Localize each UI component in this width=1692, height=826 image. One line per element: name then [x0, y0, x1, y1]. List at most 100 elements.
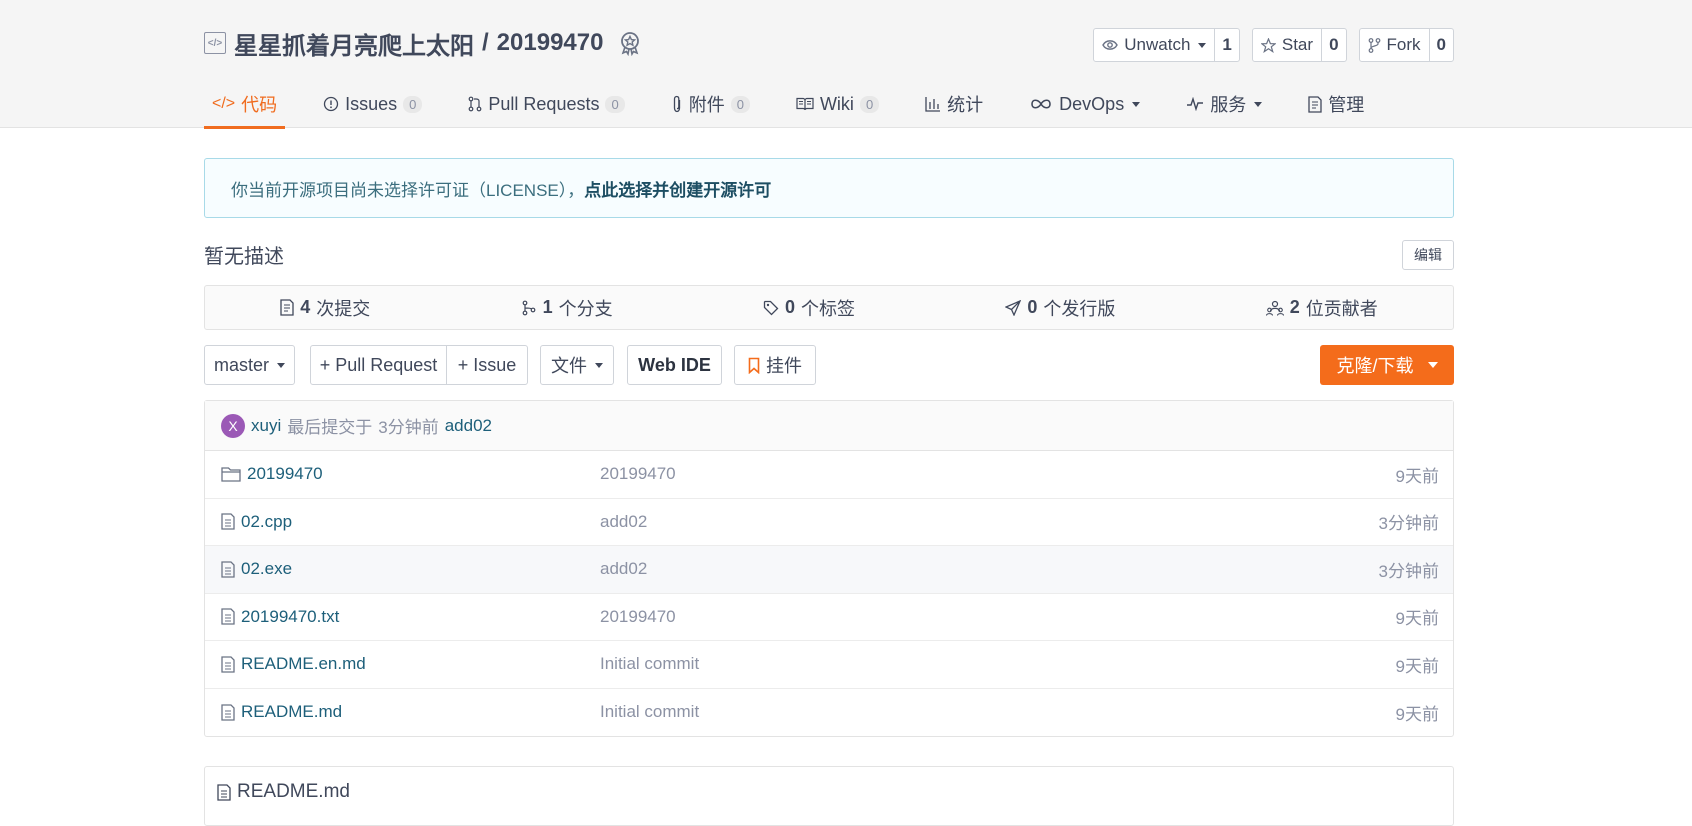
watch-label-area[interactable]: Unwatch [1094, 29, 1216, 61]
stat-number: 2 [1289, 297, 1300, 317]
tab-code[interactable]: </> 代码 [204, 80, 286, 129]
file-commit-message[interactable]: Initial commit [600, 702, 699, 722]
tab-label: Issues [345, 93, 398, 114]
file-row: 02.cpp add02 3分钟前 [205, 499, 1453, 546]
code-repo-icon: </> [204, 32, 226, 54]
tab-issues[interactable]: Issues 0 [315, 80, 430, 128]
file-commit-message[interactable]: add02 [600, 559, 647, 579]
star-icon [1260, 37, 1276, 53]
commit-author[interactable]: xuyi [251, 416, 281, 436]
create-license-link[interactable]: 点此选择并创建开源许可 [584, 176, 771, 201]
web-ide-label: Web IDE [638, 354, 711, 375]
file-row: 02.exe add02 3分钟前 [205, 546, 1453, 594]
tab-devops[interactable]: DevOps [1021, 80, 1148, 128]
file-commit-message[interactable]: 20199470 [600, 607, 676, 627]
star-label-area[interactable]: Star [1253, 29, 1323, 61]
stat-label: 个标签 [800, 298, 855, 319]
clone-download-button[interactable]: 克隆/下载 [1320, 345, 1454, 385]
repo-separator: / [482, 29, 489, 56]
file-name-link[interactable]: README.en.md [221, 654, 366, 674]
file-label: 文件 [551, 356, 587, 376]
repo-name[interactable]: 20199470 [497, 29, 604, 57]
tab-count: 0 [730, 95, 750, 113]
fork-button[interactable]: Fork 0 [1358, 28, 1454, 62]
file-time: 9天前 [1395, 466, 1439, 486]
file-time: 9天前 [1395, 704, 1439, 724]
repo-actions: Unwatch 1 Star 0 Fork 0 [1093, 28, 1454, 62]
edit-description-button[interactable]: 编辑 [1402, 240, 1454, 270]
file-icon [217, 784, 231, 801]
commit-time: 3分钟前 [378, 418, 439, 437]
chevron-down-icon [595, 362, 603, 368]
tab-attachments[interactable]: 附件 0 [663, 80, 758, 128]
commit-text: 最后提交于 [287, 418, 373, 437]
star-button[interactable]: Star 0 [1251, 28, 1347, 62]
watch-count[interactable]: 1 [1215, 29, 1238, 61]
stat-label: 个发行版 [1043, 298, 1116, 319]
file-commit-message[interactable]: Initial commit [600, 654, 699, 674]
web-ide-button[interactable]: Web IDE [627, 345, 722, 385]
stat-releases[interactable]: 0 个发行版 [1005, 295, 1115, 321]
file-commit-message[interactable]: add02 [600, 512, 647, 532]
pull-request-icon [469, 96, 482, 112]
repo-owner[interactable]: 星星抓着月亮爬上太阳 [234, 26, 474, 61]
file-name: README.md [241, 702, 343, 722]
avatar[interactable]: X [221, 413, 245, 438]
tab-services[interactable]: 服务 [1178, 80, 1270, 128]
widget-button[interactable]: 挂件 [734, 345, 816, 385]
file-icon [221, 656, 235, 673]
chevron-down-icon [1132, 101, 1141, 107]
tab-count: 0 [859, 95, 880, 113]
branch-select[interactable]: master [204, 345, 295, 385]
fork-icon [1368, 37, 1380, 53]
file-name-link[interactable]: 20199470.txt [221, 607, 339, 627]
file-icon [221, 561, 235, 578]
new-pull-request-button[interactable]: + Pull Request [310, 345, 447, 385]
file-name-link[interactable]: 20199470 [221, 464, 323, 484]
stat-tags[interactable]: 0 个标签 [763, 295, 855, 321]
stat-contributors[interactable]: 2 位贡献者 [1265, 295, 1378, 321]
stat-branches[interactable]: 1 个分支 [521, 295, 613, 321]
fork-count[interactable]: 0 [1430, 29, 1453, 61]
readme-title: README.md [237, 781, 350, 802]
tab-count: 0 [403, 95, 423, 113]
tab-label: Wiki [819, 93, 854, 114]
repo-header: </> 星星抓着月亮爬上太阳 / 20199470 Unwatch 1 Star… [0, 0, 1692, 129]
tab-label: 统计 [947, 95, 984, 115]
recommend-badge-icon[interactable] [617, 30, 643, 56]
file-icon [221, 608, 235, 625]
tab-label: 管理 [1328, 95, 1365, 115]
fork-label-area[interactable]: Fork [1360, 29, 1430, 61]
file-commit-message[interactable]: 20199470 [600, 464, 676, 484]
tab-pull-requests[interactable]: Pull Requests 0 [460, 80, 632, 128]
tab-label: DevOps [1059, 93, 1125, 114]
file-row: README.md Initial commit 9天前 [205, 689, 1453, 737]
watch-label: Unwatch [1124, 35, 1191, 54]
repo-stats: 4 次提交 1 个分支 0 个标签 0 个发行版 2 位贡献者 [204, 285, 1454, 330]
tab-manage[interactable]: 管理 [1300, 80, 1372, 128]
code-icon: </> [212, 95, 236, 112]
file-icon [221, 704, 235, 721]
issue-label: + Issue [457, 354, 517, 375]
send-icon [1005, 299, 1022, 316]
bar-chart-icon [925, 97, 941, 112]
stat-number: 1 [542, 297, 553, 317]
tab-stats[interactable]: 统计 [917, 80, 991, 128]
file-menu-button[interactable]: 文件 [540, 345, 614, 385]
file-time: 9天前 [1395, 609, 1439, 629]
settings-doc-icon [1308, 95, 1322, 113]
watch-button[interactable]: Unwatch 1 [1093, 28, 1240, 62]
stat-label: 个分支 [558, 298, 613, 319]
tab-wiki[interactable]: Wiki 0 [788, 80, 887, 128]
file-name-link[interactable]: 02.cpp [221, 512, 292, 532]
file-name-link[interactable]: README.md [221, 702, 342, 722]
file-row: 20199470 20199470 9天前 [205, 451, 1453, 499]
commit-message[interactable]: add02 [445, 416, 492, 436]
star-count[interactable]: 0 [1322, 29, 1345, 61]
file-name-link[interactable]: 02.exe [221, 559, 292, 579]
file-time: 9天前 [1395, 656, 1439, 676]
new-issue-button[interactable]: + Issue [446, 345, 528, 385]
last-commit-row: X xuyi 最后提交于 3分钟前 add02 [205, 401, 1453, 451]
stat-commits[interactable]: 4 次提交 [280, 295, 370, 321]
file-name: README.en.md [241, 654, 366, 674]
